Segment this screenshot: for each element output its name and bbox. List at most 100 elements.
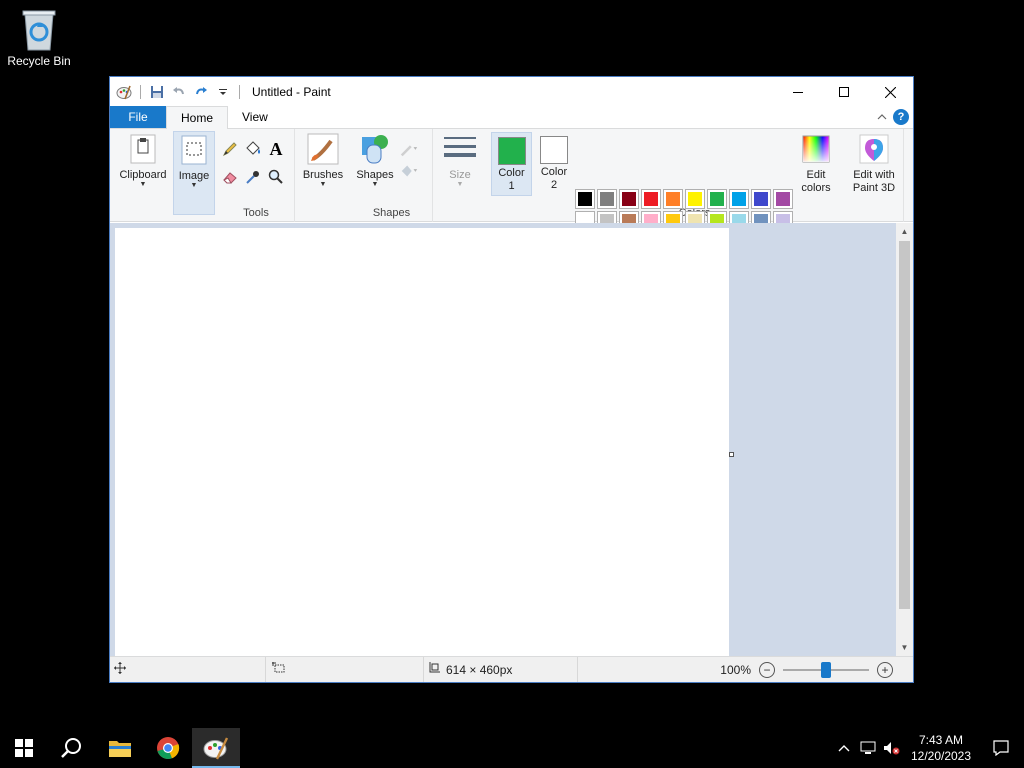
magnifier-icon[interactable] bbox=[266, 167, 286, 187]
brushes-button[interactable]: Brushes ▼ bbox=[299, 133, 347, 189]
canvas-size: 614 × 460px bbox=[424, 657, 578, 682]
qat-separator bbox=[140, 85, 141, 99]
network-icon[interactable] bbox=[856, 728, 880, 768]
selection-size bbox=[266, 657, 424, 682]
move-cursor-icon bbox=[114, 662, 126, 677]
image-group: Image ▼ bbox=[173, 131, 215, 215]
volume-muted-icon[interactable] bbox=[880, 728, 904, 768]
clock-time: 7:43 AM bbox=[918, 733, 964, 747]
ribbon-tabs: File Home View ? bbox=[110, 106, 913, 129]
paint3d-group: Edit with Paint 3D bbox=[844, 129, 906, 222]
zoom-out-button[interactable]: − bbox=[759, 662, 775, 678]
shapes-button[interactable]: Shapes ▼ bbox=[353, 133, 397, 189]
size-caret-icon: ▼ bbox=[456, 181, 464, 188]
image-button[interactable]: Image ▼ bbox=[174, 134, 214, 190]
help-icon[interactable]: ? bbox=[893, 109, 909, 125]
minimize-button[interactable] bbox=[775, 77, 821, 107]
paint3d-label: Edit with Paint 3D bbox=[852, 169, 896, 194]
image-label: Image bbox=[178, 170, 210, 182]
undo-icon[interactable] bbox=[171, 84, 187, 100]
vertical-scrollbar[interactable]: ▲ ▼ bbox=[896, 223, 913, 656]
zoom-slider[interactable] bbox=[783, 662, 869, 678]
quick-access-toolbar bbox=[110, 84, 242, 100]
canvas-size-icon bbox=[428, 662, 440, 677]
shapes-caret-icon: ▼ bbox=[371, 181, 379, 188]
color2-swatch bbox=[540, 136, 568, 164]
save-icon[interactable] bbox=[149, 84, 165, 100]
drawing-canvas[interactable] bbox=[115, 228, 729, 656]
scroll-down-icon[interactable]: ▼ bbox=[896, 639, 913, 656]
paint-window: Untitled - Paint File Home View ? Clipbo… bbox=[109, 76, 914, 683]
palette-color[interactable] bbox=[619, 189, 639, 209]
scroll-thumb[interactable] bbox=[899, 241, 910, 609]
file-explorer-taskbar-button[interactable] bbox=[96, 728, 144, 768]
size-icon bbox=[444, 133, 476, 165]
color1-button[interactable]: Color 1 bbox=[491, 132, 532, 196]
clock[interactable]: 7:43 AM 12/20/2023 bbox=[904, 732, 978, 764]
fill-icon[interactable] bbox=[243, 139, 263, 159]
show-hidden-icons-button[interactable] bbox=[832, 728, 856, 768]
recycle-bin-shortcut[interactable]: Recycle Bin bbox=[4, 6, 74, 68]
palette-color[interactable] bbox=[707, 189, 727, 209]
tab-view[interactable]: View bbox=[228, 106, 282, 128]
recycle-bin-label: Recycle Bin bbox=[7, 54, 71, 68]
tab-home[interactable]: Home bbox=[166, 106, 229, 129]
fill-shape-icon[interactable] bbox=[399, 161, 419, 181]
palette-color[interactable] bbox=[641, 189, 661, 209]
palette-color[interactable] bbox=[663, 189, 683, 209]
recycle-bin-icon bbox=[17, 6, 61, 52]
tab-file[interactable]: File bbox=[110, 106, 166, 128]
paint-taskbar-button[interactable] bbox=[192, 728, 240, 768]
customize-qat-icon[interactable] bbox=[215, 84, 231, 100]
maximize-button[interactable] bbox=[821, 77, 867, 107]
palette-color[interactable] bbox=[751, 189, 771, 209]
edit-colors-label: Edit colors bbox=[801, 169, 831, 194]
scroll-up-icon[interactable]: ▲ bbox=[896, 223, 913, 240]
color-picker-icon[interactable] bbox=[243, 167, 263, 187]
chrome-taskbar-button[interactable] bbox=[144, 728, 192, 768]
clipboard-icon bbox=[127, 133, 159, 165]
redo-icon[interactable] bbox=[193, 84, 209, 100]
search-button[interactable] bbox=[48, 728, 96, 768]
title-bar: Untitled - Paint bbox=[110, 77, 913, 107]
text-icon[interactable]: A bbox=[266, 139, 286, 159]
close-button[interactable] bbox=[867, 77, 913, 107]
search-icon bbox=[61, 738, 81, 758]
size-group: Size ▼ bbox=[433, 129, 486, 222]
paint-taskbar-icon bbox=[203, 737, 229, 760]
paint-app-icon[interactable] bbox=[116, 84, 132, 100]
qat-separator-2 bbox=[239, 85, 240, 99]
image-caret-icon: ▼ bbox=[190, 182, 198, 189]
size-button[interactable]: Size ▼ bbox=[438, 133, 482, 189]
shapes-icon bbox=[359, 133, 391, 165]
palette-color[interactable] bbox=[597, 189, 617, 209]
canvas-resize-handle[interactable] bbox=[729, 452, 734, 457]
palette-color[interactable] bbox=[773, 189, 793, 209]
brush-icon bbox=[307, 133, 339, 165]
outline-icon[interactable] bbox=[399, 139, 419, 159]
taskbar: 7:43 AM 12/20/2023 bbox=[0, 728, 1024, 768]
system-tray: 7:43 AM 12/20/2023 bbox=[832, 728, 1024, 768]
cursor-position bbox=[110, 657, 266, 682]
zoom-in-button[interactable]: + bbox=[877, 662, 893, 678]
selection-size-icon bbox=[272, 662, 286, 677]
color2-button[interactable]: Color 2 bbox=[534, 132, 574, 196]
clipboard-label: Clipboard bbox=[119, 169, 167, 181]
brushes-caret-icon: ▼ bbox=[319, 181, 327, 188]
edit-colors-button[interactable]: Edit colors bbox=[794, 133, 838, 195]
start-button[interactable] bbox=[0, 728, 48, 768]
edit-with-paint3d-button[interactable]: Edit with Paint 3D bbox=[844, 133, 904, 195]
zoom-control: 100% − + bbox=[720, 657, 893, 683]
pencil-icon[interactable] bbox=[220, 139, 240, 159]
action-center-button[interactable] bbox=[978, 728, 1024, 768]
palette-color[interactable] bbox=[575, 189, 595, 209]
palette-color[interactable] bbox=[685, 189, 705, 209]
zoom-slider-knob[interactable] bbox=[821, 662, 831, 678]
windows-logo-icon bbox=[15, 739, 33, 757]
rainbow-icon bbox=[800, 133, 832, 165]
palette-color[interactable] bbox=[729, 189, 749, 209]
minimize-ribbon-icon[interactable] bbox=[877, 110, 887, 124]
clipboard-button[interactable]: Clipboard ▼ bbox=[116, 133, 170, 189]
eraser-icon[interactable] bbox=[220, 167, 240, 187]
zoom-level: 100% bbox=[720, 663, 751, 677]
